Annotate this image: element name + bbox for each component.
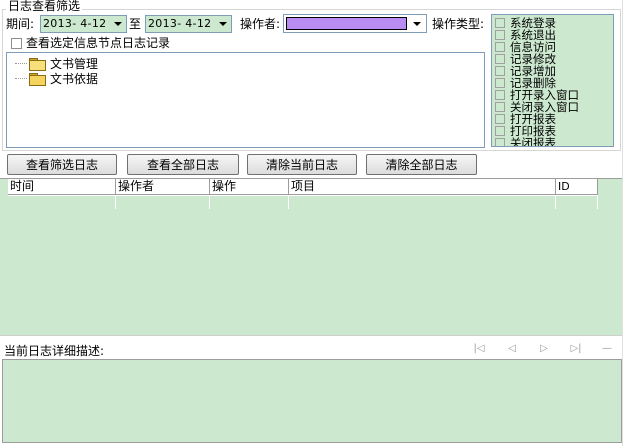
chevron-down-icon[interactable] (408, 15, 426, 32)
chevron-down-icon[interactable] (110, 16, 126, 32)
tree-item[interactable]: 文书依据 (15, 71, 98, 86)
operator-label: 操作者: (240, 17, 281, 31)
op-type-checkbox[interactable] (495, 102, 505, 112)
next-record-icon[interactable]: ▷ (537, 343, 551, 355)
operator-color-swatch (286, 17, 407, 30)
to-label: 至 (129, 17, 142, 31)
first-record-icon[interactable]: |◁ (472, 343, 486, 355)
op-type-checkbox[interactable] (495, 30, 505, 40)
column-header-item[interactable]: 项目 (289, 179, 556, 195)
op-type-checkbox[interactable] (495, 114, 505, 124)
filter-group-title: 日志查看筛选 (6, 0, 83, 13)
date-to-picker[interactable]: 2013- 4-12 (145, 15, 232, 33)
op-type-checkbox[interactable] (495, 126, 505, 136)
node-log-checkbox[interactable] (11, 38, 22, 49)
node-log-checkbox-row[interactable]: 查看选定信息节点日志记录 (11, 37, 170, 50)
date-to-value: 2013- 4-12 (148, 17, 212, 30)
detail-label: 当前日志详细描述: (4, 344, 105, 358)
node-log-checkbox-label: 查看选定信息节点日志记录 (26, 36, 171, 50)
info-node-tree[interactable]: 文书管理 文书依据 (6, 52, 485, 148)
op-type-checkbox[interactable] (495, 138, 505, 146)
window-edge (622, 0, 629, 446)
grid-header-gap (8, 196, 598, 209)
last-record-icon[interactable]: ▷| (569, 343, 583, 355)
chevron-down-icon[interactable] (215, 16, 231, 32)
column-header-operator[interactable]: 操作者 (116, 179, 210, 195)
date-from-picker[interactable]: 2013- 4-12 (40, 15, 127, 33)
view-filtered-log-button[interactable]: 查看筛选日志 (7, 154, 117, 175)
grid-header: 时间 操作者 操作 项目 ID (8, 179, 598, 196)
op-type-checkbox[interactable] (495, 78, 505, 88)
operator-select[interactable] (283, 14, 427, 33)
op-type-checkbox[interactable] (495, 42, 505, 52)
period-label: 期间: (6, 17, 35, 31)
folder-open-icon (29, 57, 46, 71)
op-type-checklist[interactable]: 系统登录 系统退出 信息访问 记录修改 记录增加 记录删除 打开录入窗口 关闭录… (491, 14, 614, 147)
detail-description-area[interactable] (2, 359, 622, 443)
row-indicator (0, 179, 8, 209)
view-all-log-button[interactable]: 查看全部日志 (127, 154, 239, 175)
op-type-checkbox[interactable] (495, 18, 505, 28)
minimize-detail-icon[interactable]: — (600, 343, 614, 355)
folder-icon (29, 72, 46, 86)
op-type-label: 操作类型: (432, 17, 485, 31)
column-header-id[interactable]: ID (556, 179, 598, 195)
op-type-item[interactable]: 关闭报表 (495, 137, 556, 146)
op-type-checkbox[interactable] (495, 90, 505, 100)
log-grid[interactable]: 时间 操作者 操作 项目 ID (0, 178, 622, 336)
column-header-operation[interactable]: 操作 (210, 179, 289, 195)
prev-record-icon[interactable]: ◁ (505, 343, 519, 355)
tree-item-label: 文书依据 (50, 72, 99, 86)
date-from-value: 2013- 4-12 (43, 17, 107, 30)
column-header-time[interactable]: 时间 (8, 179, 116, 195)
op-type-checkbox[interactable] (495, 54, 505, 64)
tree-item[interactable]: 文书管理 (15, 56, 98, 71)
op-type-checkbox[interactable] (495, 66, 505, 76)
clear-all-log-button[interactable]: 清除全部日志 (366, 154, 477, 175)
clear-current-log-button[interactable]: 清除当前日志 (247, 154, 357, 175)
